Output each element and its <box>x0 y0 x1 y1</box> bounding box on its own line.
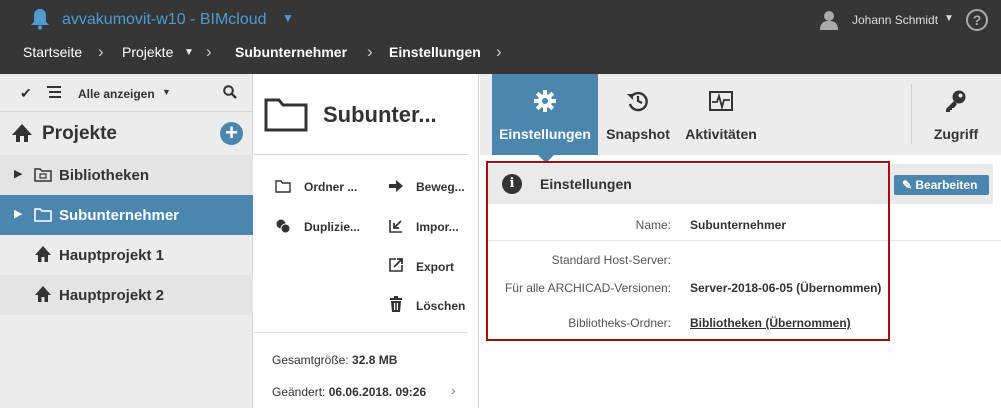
changed-date: Geändert: 06.06.2018. 09:26 <box>272 385 426 399</box>
breadcrumb-subunternehmer[interactable]: Subunternehmer <box>235 44 347 60</box>
key-icon <box>946 90 966 112</box>
chevron-right-icon[interactable]: › <box>451 382 456 398</box>
gear-icon <box>534 90 556 112</box>
breadcrumb-einstellungen[interactable]: Einstellungen <box>389 44 481 60</box>
tab-activities-label: Aktivitäten <box>685 126 757 142</box>
item-title: Subunter... <box>323 102 437 127</box>
trash-icon[interactable] <box>388 296 404 312</box>
tab-access[interactable]: Zugriff <box>920 74 992 155</box>
expand-arrow-icon[interactable]: ▶ <box>14 207 22 220</box>
tab-divider <box>911 84 912 144</box>
user-menu-caret-icon[interactable]: ▼ <box>944 13 954 24</box>
snapshot-restore-icon <box>627 91 648 112</box>
tab-snapshot-label: Snapshot <box>606 126 670 142</box>
tab-activities[interactable]: Aktivitäten <box>678 74 764 155</box>
sidebar-item-hauptprojekt-2[interactable]: Hauptprojekt 2 <box>0 275 253 315</box>
projects-header: Projekte + <box>0 114 253 152</box>
app-title-caret-icon[interactable]: ▼ <box>282 11 294 25</box>
sidebar-item-label: Bibliotheken <box>59 167 150 184</box>
show-all-filter[interactable]: Alle anzeigen <box>78 87 155 101</box>
add-project-button[interactable]: + <box>220 122 243 145</box>
total-size: Gesamtgröße: 32.8 MB <box>272 353 397 367</box>
tab-settings[interactable]: Einstellungen <box>492 74 598 155</box>
top-bar: avvakumovit-w10 - BIMcloud ▼ Johann Schm… <box>0 0 1001 74</box>
breadcrumb-projects-caret-icon[interactable]: ▼ <box>184 47 194 58</box>
export-icon[interactable] <box>388 257 404 273</box>
bell-icon[interactable] <box>30 8 50 30</box>
list-icon[interactable] <box>47 86 61 98</box>
expand-arrow-icon[interactable]: ▶ <box>14 167 22 180</box>
tab-snapshot[interactable]: Snapshot <box>598 74 678 155</box>
library-folder-icon <box>34 168 52 182</box>
app-title[interactable]: avvakumovit-w10 - BIMcloud <box>62 11 267 29</box>
sidebar-item-hauptprojekt-1[interactable]: Hauptprojekt 1 <box>0 235 253 275</box>
breadcrumb-projects[interactable]: Projekte <box>122 44 173 60</box>
project-icon <box>35 246 51 262</box>
settings-area: Einstellungen Snapshot Aktivitäten Zugri… <box>480 74 1001 408</box>
breadcrumb-separator-icon: › <box>496 42 502 61</box>
breadcrumb-home[interactable]: Startseite <box>23 44 82 60</box>
search-icon[interactable] <box>223 85 237 99</box>
edit-button[interactable]: ✎ Bearbeiten <box>894 175 989 195</box>
new-folder-button[interactable]: Ordner ... <box>304 180 357 194</box>
export-button[interactable]: Export <box>416 260 454 274</box>
activity-pulse-icon <box>709 91 733 111</box>
divider <box>254 154 468 155</box>
changed-label: Geändert: <box>272 385 326 399</box>
sidebar-item-subunternehmer[interactable]: ▶ Subunternehmer <box>0 195 253 235</box>
import-icon[interactable] <box>388 218 404 234</box>
user-name[interactable]: Johann Schmidt <box>852 13 938 27</box>
breadcrumb: Startseite › Projekte ▼ › Subunternehmer… <box>0 40 1001 74</box>
sidebar-item-label: Subunternehmer <box>59 207 180 224</box>
user-icon[interactable] <box>820 10 838 30</box>
breadcrumb-separator-icon: › <box>367 42 373 61</box>
sidebar-item-label: Hauptprojekt 2 <box>59 287 165 304</box>
duplicate-icon[interactable] <box>275 218 291 234</box>
tab-bar: Einstellungen Snapshot Aktivitäten Zugri… <box>480 74 1001 163</box>
tab-access-label: Zugriff <box>933 126 979 142</box>
folder-icon <box>264 98 308 132</box>
sidebar-item-bibliotheken[interactable]: ▶ Bibliotheken <box>0 155 253 195</box>
delete-button[interactable]: Löschen <box>416 299 465 313</box>
divider <box>254 332 468 333</box>
folder-icon <box>34 208 52 222</box>
total-size-label: Gesamtgröße: <box>272 353 349 367</box>
project-tree-icon <box>12 124 32 142</box>
sidebar-toolbar: ✔ Alle anzeigen ▼ <box>0 74 253 112</box>
move-arrow-icon[interactable] <box>388 178 404 194</box>
show-all-caret-icon[interactable]: ▼ <box>162 87 171 97</box>
move-button[interactable]: Beweg... <box>416 180 465 194</box>
project-icon <box>35 286 51 302</box>
tab-settings-label: Einstellungen <box>499 126 591 142</box>
title-row: avvakumovit-w10 - BIMcloud ▼ Johann Schm… <box>0 0 1001 40</box>
sidebar-item-label: Hauptprojekt 1 <box>59 247 165 264</box>
import-button[interactable]: Impor... <box>416 220 459 234</box>
item-details-panel: Subunter... Ordner ... Beweg... Duplizie… <box>254 74 479 408</box>
edit-button-label: Bearbeiten <box>915 178 978 192</box>
help-icon[interactable]: ? <box>966 9 988 31</box>
breadcrumb-separator-icon: › <box>206 42 212 61</box>
select-check-icon[interactable]: ✔ <box>20 85 32 102</box>
total-size-value: 32.8 MB <box>352 353 398 367</box>
new-folder-icon[interactable] <box>275 178 291 194</box>
breadcrumb-separator-icon: › <box>98 42 104 61</box>
duplicate-button[interactable]: Duplizie... <box>304 220 360 234</box>
project-sidebar: ✔ Alle anzeigen ▼ Projekte + ▶ Bibliothe… <box>0 74 253 408</box>
projects-title: Projekte <box>42 123 117 144</box>
changed-value: 06.06.2018. 09:26 <box>328 385 427 399</box>
highlight-frame <box>486 161 890 341</box>
